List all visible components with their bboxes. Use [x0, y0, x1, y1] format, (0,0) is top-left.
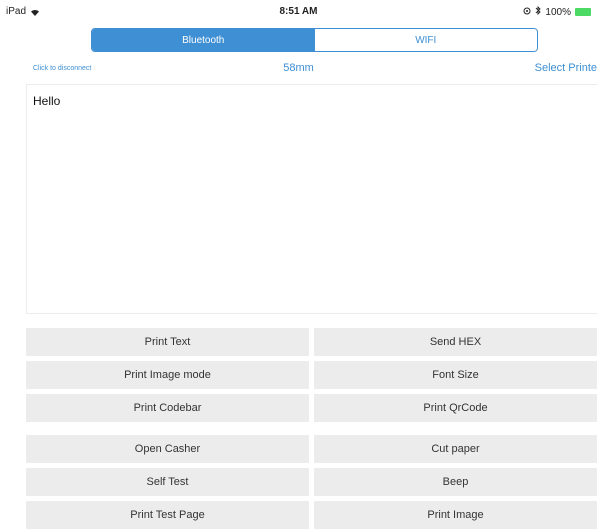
segment-bluetooth[interactable]: Bluetooth — [92, 29, 315, 51]
cut-paper-button[interactable]: Cut paper — [314, 435, 597, 463]
battery-icon — [575, 8, 591, 16]
print-image-button[interactable]: Print Image — [314, 501, 597, 529]
button-row: Print Test Page Print Image — [26, 501, 597, 529]
connection-type-selector[interactable]: Bluetooth WIFI — [91, 28, 538, 52]
print-text-input[interactable]: Hello — [26, 84, 597, 314]
print-qrcode-button[interactable]: Print QrCode — [314, 394, 597, 422]
status-right: 100% — [523, 5, 591, 18]
button-row: Print Text Send HEX — [26, 328, 597, 356]
button-grid-bottom: Open Casher Cut paper Self Test Beep Pri… — [26, 435, 597, 531]
print-test-page-button[interactable]: Print Test Page — [26, 501, 309, 529]
info-row: Click to disconnect 58mm Select Printe — [0, 60, 597, 76]
print-codebar-button[interactable]: Print Codebar — [26, 394, 309, 422]
print-text-button[interactable]: Print Text — [26, 328, 309, 356]
button-row: Print Codebar Print QrCode — [26, 394, 597, 422]
button-row: Print Image mode Font Size — [26, 361, 597, 389]
open-casher-button[interactable]: Open Casher — [26, 435, 309, 463]
bluetooth-icon — [535, 5, 542, 18]
paper-size-selector[interactable]: 58mm — [0, 62, 597, 74]
send-hex-button[interactable]: Send HEX — [314, 328, 597, 356]
button-grid-top: Print Text Send HEX Print Image mode Fon… — [26, 328, 597, 427]
button-row: Self Test Beep — [26, 468, 597, 496]
select-printer-button[interactable]: Select Printe — [535, 62, 597, 74]
segment-wifi[interactable]: WIFI — [314, 29, 537, 51]
font-size-button[interactable]: Font Size — [314, 361, 597, 389]
location-icon — [523, 7, 531, 18]
print-image-mode-button[interactable]: Print Image mode — [26, 361, 309, 389]
battery-percent: 100% — [545, 6, 571, 18]
status-time: 8:51 AM — [279, 6, 318, 17]
button-row: Open Casher Cut paper — [26, 435, 597, 463]
self-test-button[interactable]: Self Test — [26, 468, 309, 496]
status-bar: iPad 8:51 AM 100% — [0, 0, 597, 24]
beep-button[interactable]: Beep — [314, 468, 597, 496]
